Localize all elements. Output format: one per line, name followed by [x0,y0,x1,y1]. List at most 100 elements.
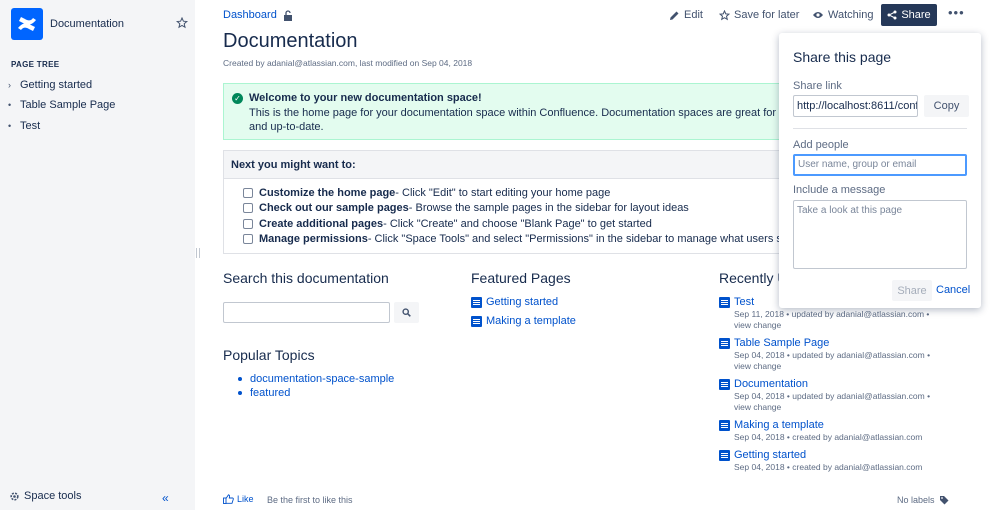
page-icon [719,419,730,431]
collapse-sidebar-icon[interactable]: « [162,491,169,505]
task-text: - Click "Space Tools" and select "Permis… [367,233,795,245]
recent-meta: Sep 11, 2018 • updated by adanial@atlass… [734,309,964,331]
task-checkbox[interactable] [243,188,253,198]
breadcrumb-dashboard[interactable]: Dashboard [223,9,277,21]
tag-icon[interactable] [939,495,949,505]
task-item[interactable]: Check out our sample pages - Browse the … [243,202,689,214]
cancel-button[interactable]: Cancel [936,284,970,296]
confluence-logo-icon [18,17,36,31]
space-name[interactable]: Documentation [50,18,124,30]
page-tree-heading: PAGE TREE [11,60,60,69]
sidebar-item-getting-started[interactable]: › Getting started [8,79,92,91]
recent-page-link[interactable]: Table Sample Page [719,337,829,349]
copy-button[interactable]: Copy [924,95,969,117]
pencil-icon [670,11,679,20]
share-icon [887,10,897,20]
search-icon [402,308,411,317]
star-icon[interactable] [176,17,188,29]
sidebar-item-label: Table Sample Page [20,99,116,111]
recent-page-link[interactable]: Making a template [719,419,824,431]
recent-meta-line: Sep 04, 2018 • created by adanial@atlass… [734,432,923,442]
info-line: This is the home page for your documenta… [249,107,793,119]
page-link-label: Making a template [486,315,576,327]
page-link-label: Documentation [734,378,808,390]
recent-page-link[interactable]: Getting started [719,449,806,461]
chevron-right-icon[interactable]: › [8,80,20,90]
page-icon [471,315,482,327]
task-text: - Browse the sample pages in the sidebar… [408,202,689,214]
recent-meta: Sep 04, 2018 • created by adanial@atlass… [734,462,964,473]
space-logo[interactable] [11,8,43,40]
watching-label: Watching [828,9,874,21]
recently-updated-heading: Recently U [719,270,788,286]
star-icon [719,9,730,20]
sidebar-item-label: Test [20,120,41,132]
page-byline: Created by adanial@atlassian.com, last m… [223,58,473,68]
task-checkbox[interactable] [243,203,253,213]
watching-button[interactable]: Watching [812,9,873,21]
topic-label: featured [250,387,291,399]
like-label: Like [237,494,254,504]
search-input[interactable] [223,302,390,323]
recent-meta-line: Sep 04, 2018 • updated by adanial@atlass… [734,391,931,401]
add-people-label: Add people [793,139,849,151]
featured-page-link[interactable]: Making a template [471,315,576,327]
save-for-later-label: Save for later [734,9,800,21]
task-text: - Click "Create" and choose "Blank Page"… [383,218,652,230]
view-change-link[interactable]: view change [734,402,964,413]
share-submit-button[interactable]: Share [892,280,932,301]
topic-label: documentation-space-sample [250,373,395,385]
no-labels-text: No labels [897,495,935,505]
view-change-link[interactable]: view change [734,320,964,331]
task-item[interactable]: Customize the home page - Click "Edit" t… [243,187,610,199]
share-link-label: Share link [793,80,842,92]
recent-meta-line: Sep 04, 2018 • updated by adanial@atlass… [734,350,931,360]
space-tools-button[interactable]: Space tools [9,490,81,502]
edit-label: Edit [684,9,703,21]
sidebar-item-table-sample-page[interactable]: • Table Sample Page [8,99,115,111]
search-heading: Search this documentation [223,270,389,286]
view-change-link[interactable]: view change [734,361,964,372]
recent-meta-line: Sep 04, 2018 • created by adanial@atlass… [734,462,923,472]
sidebar-resize-handle[interactable] [196,248,200,258]
gear-icon [10,491,19,501]
page-link-label: Getting started [486,296,559,308]
page-icon [719,296,730,308]
topic-link[interactable]: featured [238,387,290,399]
task-item[interactable]: Manage permissions - Click "Space Tools"… [243,233,794,245]
search-button[interactable] [394,302,419,323]
add-people-input[interactable]: User name, group or email [793,154,967,176]
like-button[interactable]: Like [223,494,254,504]
thumbs-up-icon [223,494,234,504]
page-link-label: Table Sample Page [734,337,830,349]
check-circle-icon: ✓ [232,93,243,104]
topic-link[interactable]: documentation-space-sample [238,373,394,385]
bullet-icon [238,377,242,381]
recent-page-link[interactable]: Documentation [719,378,808,390]
share-button[interactable]: Share [881,4,937,26]
unlock-icon[interactable] [283,10,293,21]
edit-button[interactable]: Edit [669,9,703,21]
info-line: and up-to-date. [249,121,324,133]
share-link-field[interactable]: http://localhost:8611/confl [793,95,918,117]
message-textarea[interactable]: Take a look at this page [793,200,967,269]
recent-page-link[interactable]: Test [719,296,754,308]
featured-pages-heading: Featured Pages [471,270,571,286]
more-actions-icon[interactable]: ••• [948,5,965,20]
info-panel: ✓ Welcome to your new documentation spac… [223,83,793,140]
like-message: Be the first to like this [267,495,353,505]
save-for-later-button[interactable]: Save for later [719,9,799,21]
labels-area: No labels [897,495,949,505]
task-checkbox[interactable] [243,219,253,229]
share-label: Share [901,9,931,21]
task-title: Create additional pages [259,218,384,230]
next-steps-panel: Next you might want to: Customize the ho… [223,150,794,254]
sidebar-item-test[interactable]: • Test [8,120,40,132]
divider [793,128,967,129]
sidebar: Documentation PAGE TREE › Getting starte… [0,0,195,510]
task-item[interactable]: Create additional pages - Click "Create"… [243,218,652,230]
bullet-icon: • [8,100,12,110]
featured-page-link[interactable]: Getting started [471,296,558,308]
recent-meta: Sep 04, 2018 • created by adanial@atlass… [734,432,964,443]
task-checkbox[interactable] [243,234,253,244]
